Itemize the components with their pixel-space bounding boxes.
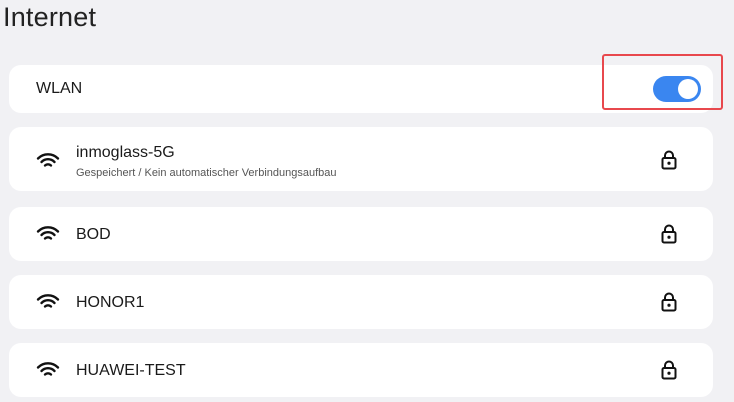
lock-icon — [661, 224, 677, 244]
wlan-toggle[interactable] — [653, 76, 701, 102]
lock-icon — [661, 360, 677, 380]
network-item[interactable]: HUAWEI-TEST — [9, 343, 713, 397]
network-name: inmoglass-5G — [76, 144, 175, 161]
wifi-icon — [36, 294, 60, 308]
network-name: HUAWEI-TEST — [76, 362, 186, 379]
network-name: HONOR1 — [76, 294, 145, 311]
network-item[interactable]: BOD — [9, 207, 713, 261]
wlan-label: WLAN — [36, 80, 83, 97]
network-name: BOD — [76, 226, 111, 243]
wifi-icon — [36, 153, 60, 167]
page-title: Internet — [3, 2, 97, 32]
wifi-icon — [36, 226, 60, 240]
wifi-icon — [36, 362, 60, 376]
network-status: Gespeichert / Kein automatischer Verbind… — [76, 167, 337, 179]
toggle-knob — [678, 79, 698, 99]
lock-icon — [661, 292, 677, 312]
network-item[interactable]: HONOR1 — [9, 275, 713, 329]
wlan-row: WLAN — [9, 65, 713, 113]
network-item[interactable]: inmoglass-5G Gespeichert / Kein automati… — [9, 127, 713, 191]
lock-icon — [661, 150, 677, 170]
